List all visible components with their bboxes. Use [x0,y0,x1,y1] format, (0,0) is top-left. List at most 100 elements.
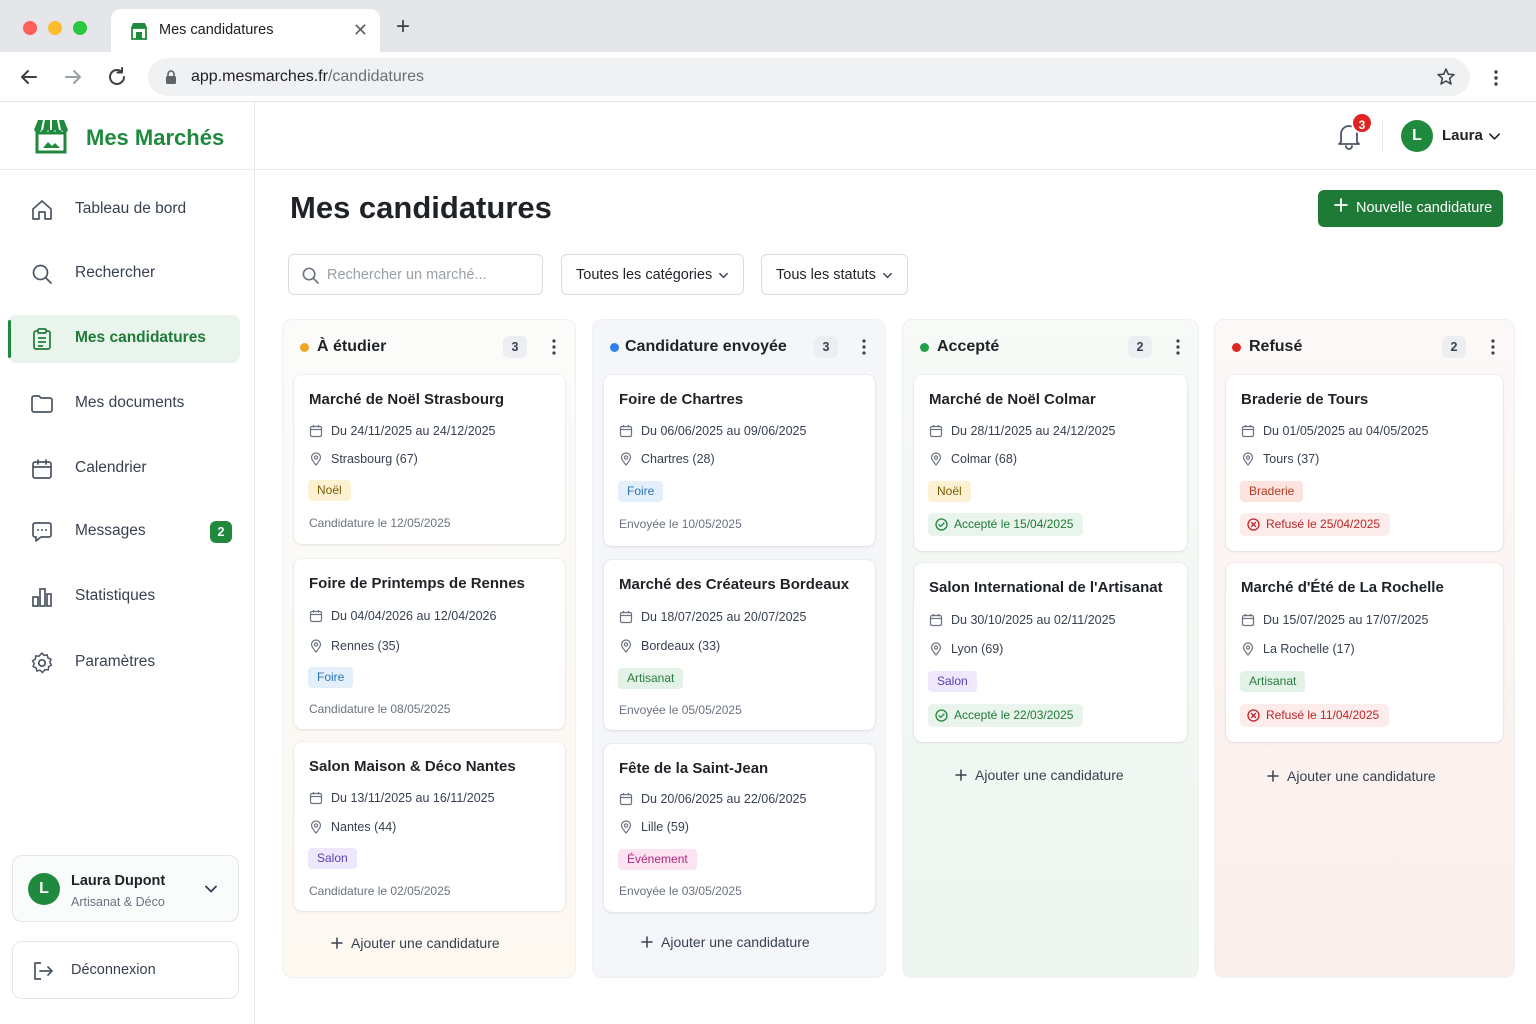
chevron-down-icon [719,272,728,279]
application-card[interactable]: Braderie de Tours Du 01/05/2025 au 04/05… [1226,375,1503,551]
add-application-label: Ajouter une candidature [351,935,500,951]
tab-title: Mes candidatures [159,22,274,38]
chevron-down-icon[interactable] [1488,130,1501,143]
application-card[interactable]: Marché des Créateurs Bordeaux Du 18/07/2… [604,560,875,730]
forward-arrow-icon[interactable] [61,65,85,89]
calendar-icon [1241,425,1255,438]
status-filter-select[interactable]: Tous les statuts [761,254,908,295]
column-title: Candidature envoyée [625,338,787,355]
address-bar[interactable]: app.mesmarches.fr/candidatures [148,58,1470,96]
application-card[interactable]: Marché de Noël Strasbourg Du 24/11/2025 … [294,375,565,544]
browser-tab[interactable]: Mes candidatures ✕ [111,9,380,52]
avatar: L [28,873,60,905]
application-card[interactable]: Foire de Chartres Du 06/06/2025 au 09/06… [604,375,875,546]
logout-button[interactable]: Déconnexion [12,941,239,999]
application-card[interactable]: Salon International de l'Artisanat Du 30… [914,563,1187,742]
sidebar-item-label: Tableau de bord [75,200,187,217]
status-dot [1232,343,1241,352]
card-footer-date: Candidature le 12/05/2025 [309,516,451,530]
card-footer-date: Envoyée le 05/05/2025 [619,703,742,717]
location-pin-icon [1242,642,1254,656]
category-tag: Artisanat [618,668,684,689]
calendar-icon [619,425,633,438]
category-tag: Noël [308,480,351,501]
window-close-button[interactable] [23,21,37,35]
category-filter-select[interactable]: Toutes les catégories [561,254,744,295]
window-minimize-button[interactable] [48,21,62,35]
more-options-icon[interactable] [1169,338,1187,356]
card-title: Salon Maison & Déco Nantes [309,758,516,775]
search-input[interactable] [327,264,532,286]
logout-label: Déconnexion [71,962,156,978]
sidebar-item-statistics[interactable]: Statistiques [8,573,240,621]
category-tag: Foire [308,667,354,688]
search-icon [302,267,319,284]
application-card[interactable]: Foire de Printemps de Rennes Du 04/04/20… [294,559,565,729]
location-pin-icon [1242,452,1254,466]
new-tab-icon[interactable]: + [396,15,410,39]
check-circle-icon [935,709,948,722]
account-switcher[interactable]: L Laura Dupont Artisanat & Déco [12,855,239,922]
avatar[interactable]: L [1401,120,1433,152]
card-location: Rennes (35) [331,639,400,653]
add-application-label: Ajouter une candidature [661,934,810,950]
more-options-icon[interactable] [545,338,563,356]
bookmark-star-icon[interactable] [1436,67,1456,87]
card-footer-date: Candidature le 08/05/2025 [309,702,451,716]
refused-status-pill: Refusé le 11/04/2025 [1240,704,1390,727]
folder-icon [31,395,53,413]
browser-tabstrip: Mes candidatures ✕ + [0,0,1536,52]
sidebar-item-search[interactable]: Rechercher [8,250,240,298]
chevron-down-icon[interactable] [204,882,218,896]
sidebar-item-documents[interactable]: Mes documents [8,380,240,428]
close-tab-icon[interactable]: ✕ [353,20,368,40]
bar-chart-icon [32,588,52,607]
notification-count-badge: 3 [1351,112,1373,134]
sidebar-item-settings[interactable]: Paramètres [8,639,240,687]
card-dates: Du 24/11/2025 au 24/12/2025 [331,424,496,438]
more-options-icon[interactable] [855,338,873,356]
card-title: Foire de Chartres [619,391,744,408]
status-filter-value: Tous les statuts [776,267,876,283]
more-options-icon[interactable] [1484,338,1502,356]
application-card[interactable]: Marché de Noël Colmar Du 28/11/2025 au 2… [914,375,1187,551]
card-footer-date: Envoyée le 03/05/2025 [619,884,742,898]
search-box[interactable] [288,254,543,295]
card-location: Tours (37) [1263,452,1320,466]
sidebar-item-label: Calendrier [75,459,147,476]
window-maximize-button[interactable] [73,21,87,35]
sidebar-item-messages[interactable]: Messages 2 [8,508,240,556]
add-application-button[interactable]: Ajouter une candidature [955,767,1124,789]
browser-menu-icon[interactable] [1486,68,1506,88]
add-application-button[interactable]: Ajouter une candidature [641,934,810,956]
add-application-button[interactable]: Ajouter une candidature [1267,768,1436,790]
application-card[interactable]: Salon Maison & Déco Nantes Du 13/11/2025… [294,742,565,911]
card-title: Marché de Noël Strasbourg [309,391,505,408]
card-location: La Rochelle (17) [1263,642,1355,656]
add-application-button[interactable]: Ajouter une candidature [331,935,500,957]
accepted-status-pill: Accepté le 22/03/2025 [928,704,1084,727]
calendar-icon [929,425,943,438]
new-application-button[interactable]: Nouvelle candidature [1318,190,1503,227]
reload-icon[interactable] [105,65,129,89]
location-pin-icon [620,820,632,834]
user-menu-name[interactable]: Laura [1442,127,1483,144]
card-dates: Du 30/10/2025 au 02/11/2025 [951,613,1116,627]
back-arrow-icon[interactable] [17,65,41,89]
calendar-icon [1241,614,1255,627]
search-icon [32,264,52,284]
sidebar-item-calendar[interactable]: Calendrier [8,445,240,493]
card-dates: Du 06/06/2025 au 09/06/2025 [641,424,807,438]
card-title: Marché d'Été de La Rochelle [1241,579,1444,596]
browser-toolbar: app.mesmarches.fr/candidatures [0,52,1536,102]
sidebar-item-candidatures[interactable]: Mes candidatures [8,315,240,363]
location-pin-icon [310,452,322,466]
check-circle-icon [935,518,948,531]
column-title: Accepté [937,338,1000,355]
application-card[interactable]: Marché d'Été de La Rochelle Du 15/07/202… [1226,563,1503,742]
application-card[interactable]: Fête de la Saint-Jean Du 20/06/2025 au 2… [604,744,875,912]
status-dot [920,343,929,352]
sidebar-item-dashboard[interactable]: Tableau de bord [8,186,240,234]
brand[interactable]: Mes Marchés [0,102,255,170]
card-location: Colmar (68) [951,452,1017,466]
